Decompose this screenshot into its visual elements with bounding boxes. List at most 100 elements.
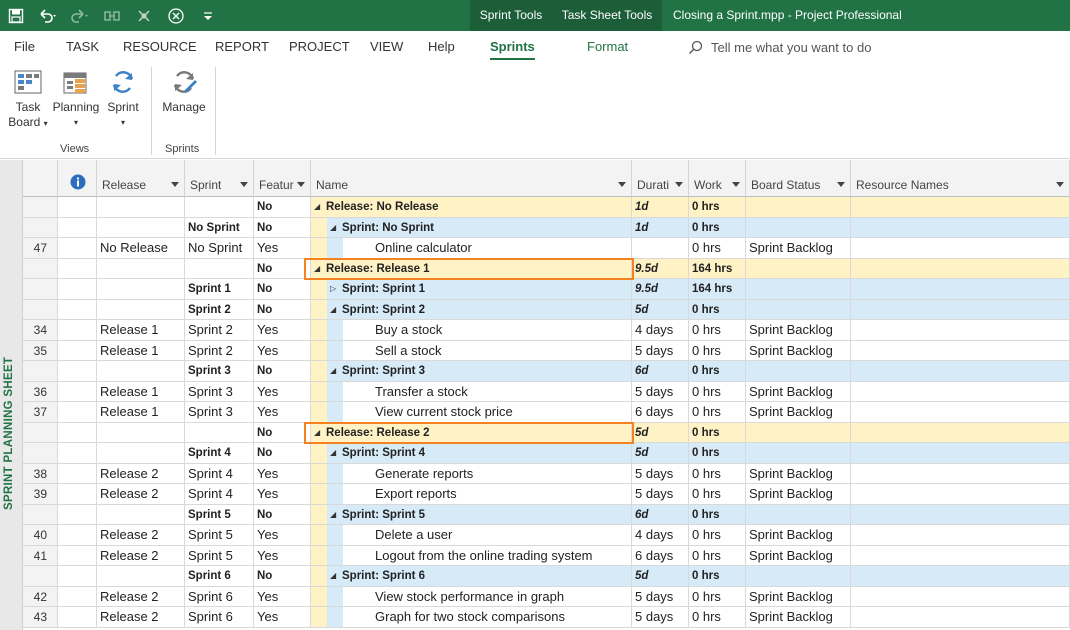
status-cell[interactable] <box>746 504 851 525</box>
name-cell[interactable]: ▷ Sprint: Sprint 1 <box>311 279 632 300</box>
sprint-cell[interactable] <box>185 258 254 279</box>
resource-names-cell[interactable] <box>851 545 1070 566</box>
sprint-cell[interactable]: Sprint 5 <box>185 504 254 525</box>
indicators-column-header[interactable] <box>58 160 97 197</box>
status-cell[interactable] <box>746 566 851 587</box>
status-cell[interactable]: Sprint Backlog <box>746 586 851 607</box>
indicator-cell[interactable] <box>58 545 97 566</box>
sprint-cell[interactable]: Sprint 6 <box>185 586 254 607</box>
duration-cell[interactable]: 6 days <box>632 402 689 423</box>
release-cell[interactable] <box>97 197 185 218</box>
feature-cell[interactable]: Yes <box>254 320 311 341</box>
feature-cell[interactable]: Yes <box>254 525 311 546</box>
resource-names-cell[interactable] <box>851 402 1070 423</box>
tab-help[interactable]: Help <box>428 31 455 63</box>
name-cell[interactable]: Transfer a stock <box>311 381 632 402</box>
task-row[interactable]: 47 No Release No Sprint Yes Online calculato… <box>23 238 1070 259</box>
feature-cell[interactable]: Yes <box>254 484 311 505</box>
work-cell[interactable]: 0 hrs <box>689 545 746 566</box>
task-row[interactable]: 35 Release 1 Sprint 2 Yes Sell a stock 5 days… <box>23 340 1070 361</box>
feature-cell[interactable]: No <box>254 504 311 525</box>
status-cell[interactable] <box>746 258 851 279</box>
name-cell[interactable]: Export reports <box>311 484 632 505</box>
name-cell[interactable]: Sell a stock <box>311 340 632 361</box>
release-cell[interactable]: Release 1 <box>97 340 185 361</box>
sprint-cell[interactable]: Sprint 3 <box>185 381 254 402</box>
duration-cell[interactable]: 6d <box>632 504 689 525</box>
indicator-cell[interactable] <box>58 197 97 218</box>
column-header-board-status[interactable]: Board Status <box>746 160 851 197</box>
sprint-cell[interactable]: Sprint 3 <box>185 402 254 423</box>
indicator-cell[interactable] <box>58 566 97 587</box>
sprint-cell[interactable]: Sprint 5 <box>185 525 254 546</box>
filter-dropdown-icon[interactable] <box>171 182 179 187</box>
resource-names-cell[interactable] <box>851 566 1070 587</box>
sprint-summary-row[interactable]: Sprint 4 No ◢ Sprint: Sprint 4 5d 0 hrs <box>23 443 1070 464</box>
sprint-cell[interactable]: Sprint 3 <box>185 361 254 382</box>
feature-cell[interactable]: No <box>254 422 311 443</box>
work-cell[interactable]: 0 hrs <box>689 238 746 259</box>
status-cell[interactable]: Sprint Backlog <box>746 381 851 402</box>
task-row[interactable]: 34 Release 1 Sprint 2 Yes Buy a stock 4 days 0… <box>23 320 1070 341</box>
name-cell[interactable]: Delete a user <box>311 525 632 546</box>
sprint-cell[interactable]: Sprint 2 <box>185 320 254 341</box>
feature-cell[interactable]: No <box>254 299 311 320</box>
status-cell[interactable] <box>746 422 851 443</box>
name-cell[interactable]: ◢ Release: No Release <box>311 197 632 218</box>
duration-cell[interactable]: 5 days <box>632 586 689 607</box>
undo-icon[interactable] <box>32 0 64 31</box>
indicator-cell[interactable] <box>58 381 97 402</box>
status-cell[interactable] <box>746 279 851 300</box>
sprint-cell[interactable]: Sprint 2 <box>185 340 254 361</box>
work-cell[interactable]: 0 hrs <box>689 422 746 443</box>
task-row[interactable]: 43 Release 2 Sprint 6 Yes Graph for two stoc… <box>23 607 1070 628</box>
save-icon[interactable] <box>0 0 32 31</box>
expand-icon[interactable]: ▷ <box>330 279 336 299</box>
duration-cell[interactable]: 9.5d <box>632 258 689 279</box>
planning-button[interactable]: Planning ▾ <box>52 67 100 130</box>
indicator-cell[interactable] <box>58 361 97 382</box>
work-cell[interactable]: 0 hrs <box>689 361 746 382</box>
indicator-cell[interactable] <box>58 463 97 484</box>
indicator-cell[interactable] <box>58 422 97 443</box>
indicator-cell[interactable] <box>58 217 97 238</box>
redo-icon[interactable] <box>64 0 96 31</box>
sprint-summary-row[interactable]: Sprint 6 No ◢ Sprint: Sprint 6 5d 0 hrs <box>23 566 1070 587</box>
select-all-header[interactable] <box>23 160 58 197</box>
name-cell[interactable]: ◢ Sprint: Sprint 6 <box>311 566 632 587</box>
indicator-cell[interactable] <box>58 607 97 628</box>
feature-cell[interactable]: No <box>254 279 311 300</box>
task-board-button[interactable]: Task Board ▾ <box>8 67 48 131</box>
name-cell[interactable]: Graph for two stock comparisons <box>311 607 632 628</box>
status-cell[interactable] <box>746 197 851 218</box>
work-cell[interactable]: 0 hrs <box>689 299 746 320</box>
status-cell[interactable] <box>746 217 851 238</box>
filter-dropdown-icon[interactable] <box>297 182 305 187</box>
release-cell[interactable] <box>97 504 185 525</box>
indicator-cell[interactable] <box>58 320 97 341</box>
sprint-cell[interactable]: No Sprint <box>185 217 254 238</box>
duration-cell[interactable]: 4 days <box>632 320 689 341</box>
indicator-cell[interactable] <box>58 484 97 505</box>
duration-cell[interactable]: 5 days <box>632 484 689 505</box>
name-cell[interactable]: Logout from the online trading system <box>311 545 632 566</box>
task-row[interactable]: 38 Release 2 Sprint 4 Yes Generate reports 5 … <box>23 463 1070 484</box>
release-cell[interactable] <box>97 258 185 279</box>
resource-names-cell[interactable] <box>851 422 1070 443</box>
tab-sprints[interactable]: Sprints <box>490 31 535 63</box>
indicator-cell[interactable] <box>58 238 97 259</box>
collapse-icon[interactable]: ◢ <box>314 197 320 217</box>
work-cell[interactable]: 0 hrs <box>689 197 746 218</box>
work-cell[interactable]: 0 hrs <box>689 402 746 423</box>
work-cell[interactable]: 164 hrs <box>689 279 746 300</box>
sprint-summary-row[interactable]: Sprint 1 No ▷ Sprint: Sprint 1 9.5d 164 hrs <box>23 279 1070 300</box>
duration-cell[interactable]: 4 days <box>632 525 689 546</box>
feature-cell[interactable]: No <box>254 217 311 238</box>
filter-dropdown-icon[interactable] <box>618 182 626 187</box>
status-cell[interactable]: Sprint Backlog <box>746 402 851 423</box>
indicator-cell[interactable] <box>58 299 97 320</box>
sprint-cell[interactable] <box>185 422 254 443</box>
name-cell[interactable]: View stock performance in graph <box>311 586 632 607</box>
indicator-cell[interactable] <box>58 586 97 607</box>
name-cell[interactable]: ◢ Sprint: Sprint 5 <box>311 504 632 525</box>
